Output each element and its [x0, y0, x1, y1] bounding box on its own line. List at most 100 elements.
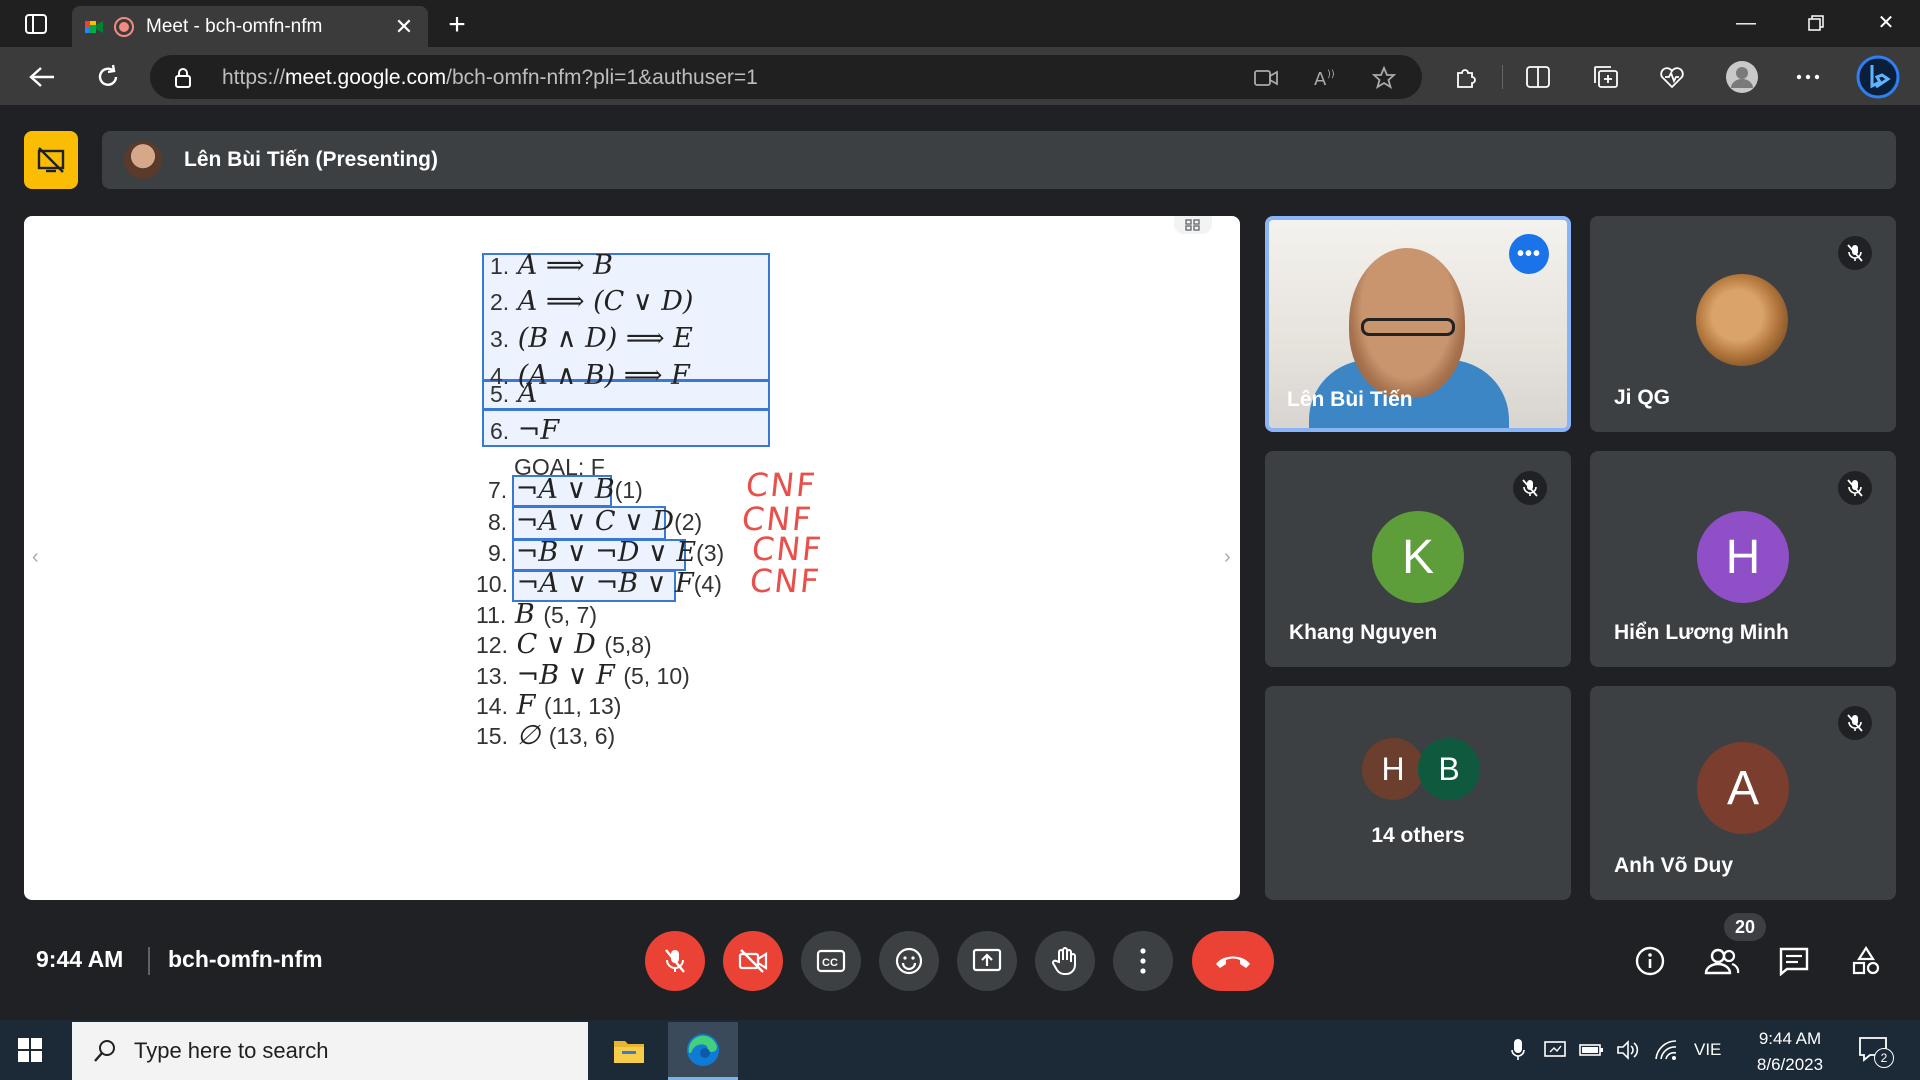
mic-toggle-button[interactable]: [645, 931, 705, 991]
participant-name: Ji QG: [1614, 386, 1671, 409]
close-window-button[interactable]: ✕: [1864, 8, 1908, 38]
shared-screen[interactable]: ‹ › 1. A ⟹ B 2. A ⟹ (C ∨ D) 3. (B ∧ D) ⟹…: [24, 216, 1240, 900]
presenter-glasses: [1361, 318, 1455, 336]
battery-tray-icon[interactable]: [1578, 1038, 1606, 1062]
presenter-avatar: [124, 141, 162, 179]
participant-tile-presenter[interactable]: ••• Lên Bùi Tiến: [1265, 216, 1571, 432]
meet-page: Lên Bùi Tiến (Presenting) ‹ › 1. A ⟹ B 2…: [0, 105, 1920, 1020]
avatar: H: [1697, 511, 1789, 603]
address-bar[interactable]: https://meet.google.com/bch-omfn-nfm?pli…: [150, 55, 1422, 99]
chat-icon[interactable]: [1774, 941, 1814, 981]
raise-hand-button[interactable]: [1035, 931, 1095, 991]
volume-tray-icon[interactable]: [1614, 1038, 1642, 1062]
presenting-label: Lên Bùi Tiến (Presenting): [184, 148, 438, 171]
mic-off-icon: [1838, 236, 1872, 270]
restore-button[interactable]: [1794, 8, 1838, 38]
display-tray-icon[interactable]: [1542, 1038, 1570, 1062]
meeting-time: 9:44 AM: [36, 946, 124, 972]
people-icon[interactable]: [1702, 941, 1742, 981]
split-screen-icon[interactable]: [1522, 61, 1554, 93]
slide-next-icon[interactable]: ›: [1224, 546, 1231, 569]
file-explorer-icon[interactable]: [594, 1022, 664, 1080]
participant-name: Hiển Lương Minh: [1614, 621, 1789, 644]
mic-off-icon: [1838, 471, 1872, 505]
browser-tab-bar: Meet - bch-omfn-nfm ✕ + — ✕: [0, 0, 1920, 47]
profile-avatar-icon[interactable]: [1724, 59, 1760, 95]
tab-title: Meet - bch-omfn-nfm: [146, 15, 323, 37]
participant-tile-anh[interactable]: A Anh Võ Duy: [1590, 686, 1896, 900]
camera-toggle-button[interactable]: [723, 931, 783, 991]
kb-line-6: 6. ¬F: [490, 415, 560, 446]
bottom-divider: [148, 947, 150, 975]
avatar: H: [1362, 738, 1424, 800]
camera-off-icon: [738, 949, 768, 973]
participant-name: Lên Bùi Tiến: [1287, 388, 1413, 411]
windows-start-icon[interactable]: [16, 1036, 56, 1064]
svg-text:A: A: [1314, 69, 1327, 88]
participant-tile-ji[interactable]: Ji QG: [1590, 216, 1896, 432]
tile-more-options-icon[interactable]: •••: [1509, 234, 1549, 274]
present-screen-icon: [972, 948, 1002, 972]
edge-browser-icon[interactable]: [668, 1022, 738, 1080]
search-placeholder: Type here to search: [134, 1038, 329, 1063]
handwritten-cnf-1: CNF: [744, 466, 819, 504]
meeting-details-icon[interactable]: [1630, 941, 1670, 981]
new-tab-button[interactable]: +: [442, 8, 472, 42]
presenting-banner: Lên Bùi Tiến (Presenting): [102, 131, 1896, 189]
more-options-icon[interactable]: [1792, 61, 1824, 93]
svg-text:)): )): [1327, 69, 1335, 80]
lock-icon[interactable]: [174, 67, 192, 89]
slide-prev-icon[interactable]: ‹: [32, 546, 39, 569]
read-aloud-icon[interactable]: A)): [1314, 67, 1338, 89]
search-icon: [94, 1040, 115, 1062]
extensions-icon[interactable]: [1450, 61, 1482, 93]
taskbar-clock[interactable]: 9:44 AM 8/6/2023: [1742, 1026, 1838, 1078]
reactions-button[interactable]: [879, 931, 939, 991]
browser-essentials-icon[interactable]: [1656, 61, 1688, 93]
microphone-tray-icon[interactable]: [1504, 1038, 1532, 1062]
favorite-star-icon[interactable]: [1372, 66, 1396, 89]
kb-line-3: 3. (B ∧ D) ⟹ E: [490, 323, 693, 354]
participant-tile-khang[interactable]: K Khang Nguyen: [1265, 451, 1571, 667]
url-text[interactable]: https://meet.google.com/bch-omfn-nfm?pli…: [222, 66, 758, 90]
participant-tile-hien[interactable]: H Hiển Lương Minh: [1590, 451, 1896, 667]
collections-icon[interactable]: [1590, 61, 1622, 93]
leave-call-button[interactable]: [1192, 931, 1274, 991]
avatar: B: [1418, 738, 1480, 800]
layout-grid-icon[interactable]: [1174, 216, 1212, 234]
cnf-line-7: 7. ¬A ∨ B(1): [488, 474, 643, 505]
stop-presenting-button[interactable]: [24, 131, 78, 189]
minimize-button[interactable]: —: [1724, 8, 1768, 38]
avatar: A: [1697, 742, 1789, 834]
wifi-tray-icon[interactable]: [1652, 1038, 1680, 1062]
input-language[interactable]: VIE: [1694, 1040, 1721, 1060]
tab-close-icon[interactable]: ✕: [392, 14, 416, 40]
present-now-button[interactable]: [957, 931, 1017, 991]
bing-copilot-icon[interactable]: [1856, 55, 1900, 99]
recording-icon: [114, 16, 134, 37]
more-vert-icon: [1140, 948, 1146, 974]
browser-tab-meet[interactable]: Meet - bch-omfn-nfm ✕: [72, 6, 428, 47]
handwritten-cnf-4: CNF: [748, 562, 823, 600]
taskbar-time: 9:44 AM: [1758, 1029, 1822, 1048]
activities-icon[interactable]: [1846, 941, 1886, 981]
camera-blocked-icon[interactable]: [1254, 67, 1278, 89]
taskbar-search-box[interactable]: Type here to search: [72, 1022, 588, 1080]
participant-tile-others[interactable]: H B 14 others: [1265, 686, 1571, 900]
more-options-button[interactable]: [1113, 931, 1173, 991]
refresh-icon[interactable]: [92, 61, 124, 93]
mic-off-icon: [1838, 706, 1872, 740]
kb-line-1: 1. A ⟹ B: [490, 250, 613, 281]
captions-button[interactable]: CC: [801, 931, 861, 991]
others-count-label: 14 others: [1371, 824, 1465, 847]
mic-off-icon: [665, 949, 685, 973]
back-icon[interactable]: [26, 61, 58, 93]
cat-avatar: [1696, 274, 1788, 366]
svg-text:CC: CC: [822, 957, 838, 969]
meeting-code: bch-omfn-nfm: [168, 946, 323, 972]
emoji-icon: [895, 947, 923, 975]
notifications-icon[interactable]: 2: [1858, 1036, 1894, 1068]
people-count-badge: 20: [1724, 913, 1766, 941]
avatar: K: [1372, 511, 1464, 603]
tab-actions-icon[interactable]: [14, 10, 58, 38]
